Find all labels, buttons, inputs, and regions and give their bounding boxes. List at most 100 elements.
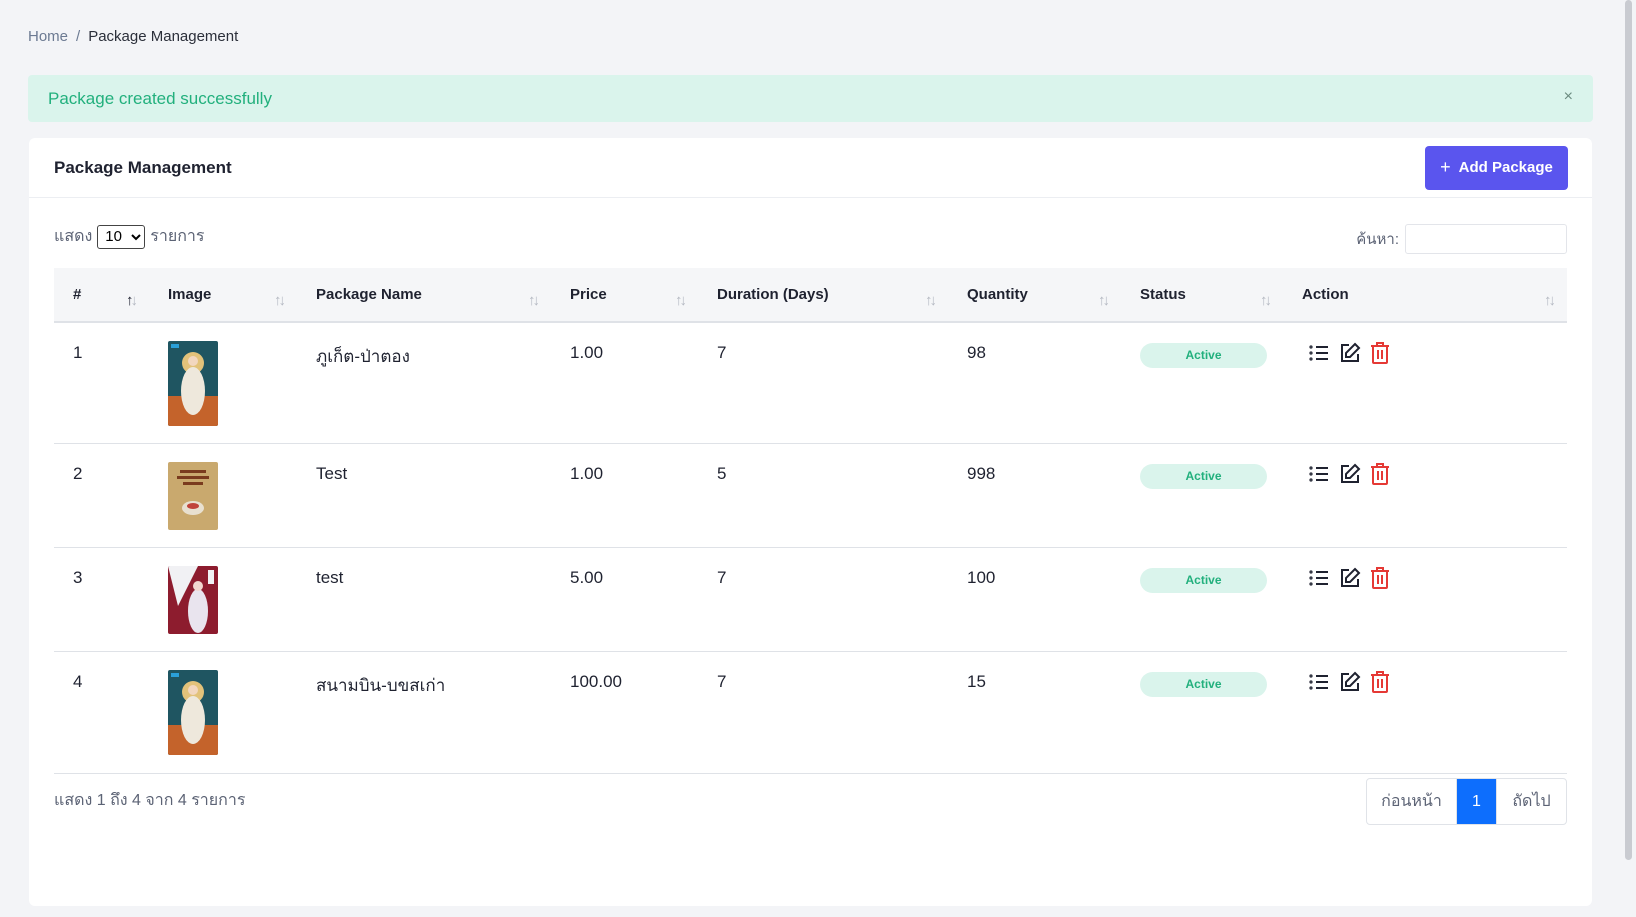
- column-header-no[interactable]: # ↑↓: [54, 268, 149, 322]
- sort-icon: ↑↓: [528, 292, 540, 309]
- cell-duration: 7: [698, 322, 948, 444]
- cell-package-name: test: [297, 547, 551, 652]
- list-icon[interactable]: [1307, 341, 1331, 365]
- success-alert: Package created successfully ×: [28, 75, 1593, 122]
- cell-quantity: 98: [948, 322, 1121, 444]
- sort-icon: ↑↓: [925, 292, 937, 309]
- table-controls: แสดง 10 รายการ ค้นหา:: [54, 224, 1567, 254]
- edit-icon[interactable]: [1338, 341, 1362, 365]
- trash-icon[interactable]: [1369, 670, 1391, 694]
- cell-action: [1283, 547, 1567, 652]
- cell-price: 1.00: [551, 443, 698, 548]
- search-label: ค้นหา:: [1356, 231, 1399, 248]
- column-header-price[interactable]: Price ↑↓: [551, 268, 698, 322]
- trash-icon[interactable]: [1369, 341, 1391, 365]
- edit-icon[interactable]: [1338, 566, 1362, 590]
- package-image: [168, 565, 218, 634]
- sort-icon: ↑↓: [675, 292, 687, 309]
- column-header-action[interactable]: Action ↑↓: [1283, 268, 1567, 322]
- cell-no: 2: [54, 443, 149, 548]
- column-label: #: [73, 286, 82, 303]
- page-scrollbar[interactable]: [1622, 0, 1636, 917]
- breadcrumb-separator: /: [76, 28, 81, 45]
- column-label: Quantity: [967, 286, 1028, 303]
- cell-duration: 5: [698, 443, 948, 548]
- cell-no: 3: [54, 547, 149, 652]
- show-prefix: แสดง: [54, 228, 93, 245]
- cell-no: 1: [54, 322, 149, 444]
- status-badge: Active: [1140, 343, 1267, 368]
- breadcrumb: Home / Package Management: [28, 28, 238, 45]
- column-header-duration[interactable]: Duration (Days) ↑↓: [698, 268, 948, 322]
- cell-quantity: 998: [948, 443, 1121, 548]
- alert-close-icon[interactable]: ×: [1564, 88, 1573, 106]
- search-control: ค้นหา:: [1356, 224, 1567, 254]
- cell-package-name: สนามบิน-บขสเก่า: [297, 651, 551, 774]
- table-row: 3 test 5.00 7 100 Active: [54, 547, 1567, 652]
- plus-icon: +: [1440, 157, 1451, 177]
- sort-icon: ↑↓: [274, 292, 286, 309]
- page-length-control: แสดง 10 รายการ: [54, 224, 205, 249]
- cell-image: [149, 322, 297, 444]
- breadcrumb-home-link[interactable]: Home: [28, 28, 68, 45]
- pagination-next[interactable]: ถัดไป: [1497, 779, 1566, 824]
- package-image: [168, 669, 218, 755]
- table-row: 4 สนามบิน-บขสเก่า 100.00 7 15 Active: [54, 651, 1567, 774]
- status-badge: Active: [1140, 463, 1267, 489]
- cell-price: 100.00: [551, 651, 698, 774]
- cell-image: [149, 651, 297, 774]
- list-icon[interactable]: [1307, 566, 1331, 590]
- column-label: Action: [1302, 286, 1349, 303]
- trash-icon[interactable]: [1369, 566, 1391, 590]
- trash-icon[interactable]: [1369, 462, 1391, 486]
- sort-icon: ↑↓: [1098, 292, 1110, 309]
- column-header-quantity[interactable]: Quantity ↑↓: [948, 268, 1121, 322]
- cell-package-name: ภูเก็ต-ป่าตอง: [297, 322, 551, 444]
- sort-icon: ↑↓: [1544, 292, 1556, 309]
- cell-duration: 7: [698, 651, 948, 774]
- cell-quantity: 15: [948, 651, 1121, 774]
- column-label: Image: [168, 286, 212, 303]
- sort-icon: ↑↓: [1260, 292, 1272, 309]
- edit-icon[interactable]: [1338, 670, 1362, 694]
- cell-price: 5.00: [551, 547, 698, 652]
- edit-icon[interactable]: [1338, 462, 1362, 486]
- status-badge: Active: [1140, 671, 1267, 697]
- cell-image: [149, 443, 297, 548]
- show-suffix: รายการ: [150, 228, 205, 245]
- cell-status: Active: [1121, 651, 1283, 774]
- column-label: Package Name: [316, 286, 422, 303]
- scrollbar-thumb[interactable]: [1625, 0, 1632, 860]
- table-info: แสดง 1 ถึง 4 จาก 4 รายการ: [54, 792, 246, 809]
- column-label: Status: [1140, 286, 1186, 303]
- sort-asc-icon: ↑↓: [126, 292, 138, 309]
- cell-image: [149, 547, 297, 652]
- cell-action: [1283, 443, 1567, 548]
- cell-action: [1283, 322, 1567, 444]
- cell-quantity: 100: [948, 547, 1121, 652]
- add-package-button[interactable]: + Add Package: [1425, 145, 1568, 190]
- pagination: ก่อนหน้า 1 ถัดไป: [1366, 778, 1567, 825]
- page-length-select[interactable]: 10: [97, 224, 146, 249]
- column-label: Duration (Days): [717, 286, 829, 303]
- package-image: [168, 341, 218, 426]
- column-header-status[interactable]: Status ↑↓: [1121, 268, 1283, 322]
- breadcrumb-current: Package Management: [88, 28, 239, 45]
- search-input[interactable]: [1405, 224, 1567, 254]
- list-icon[interactable]: [1307, 670, 1331, 694]
- package-card: Package Management + Add Package แสดง 10…: [29, 138, 1592, 906]
- list-icon[interactable]: [1307, 462, 1331, 486]
- cell-price: 1.00: [551, 322, 698, 444]
- card-title: Package Management: [54, 157, 232, 177]
- cell-status: Active: [1121, 547, 1283, 652]
- column-header-image[interactable]: Image ↑↓: [149, 268, 297, 322]
- pagination-page-1[interactable]: 1: [1457, 779, 1497, 824]
- cell-action: [1283, 651, 1567, 774]
- column-header-package-name[interactable]: Package Name ↑↓: [297, 268, 551, 322]
- package-table: # ↑↓ Image ↑↓ Package Name ↑↓ Price ↑↓ Durat…: [54, 268, 1567, 774]
- pagination-previous[interactable]: ก่อนหน้า: [1367, 779, 1457, 824]
- cell-status: Active: [1121, 322, 1283, 444]
- card-header: Package Management + Add Package: [29, 138, 1592, 198]
- cell-duration: 7: [698, 547, 948, 652]
- alert-message: Package created successfully: [48, 88, 272, 108]
